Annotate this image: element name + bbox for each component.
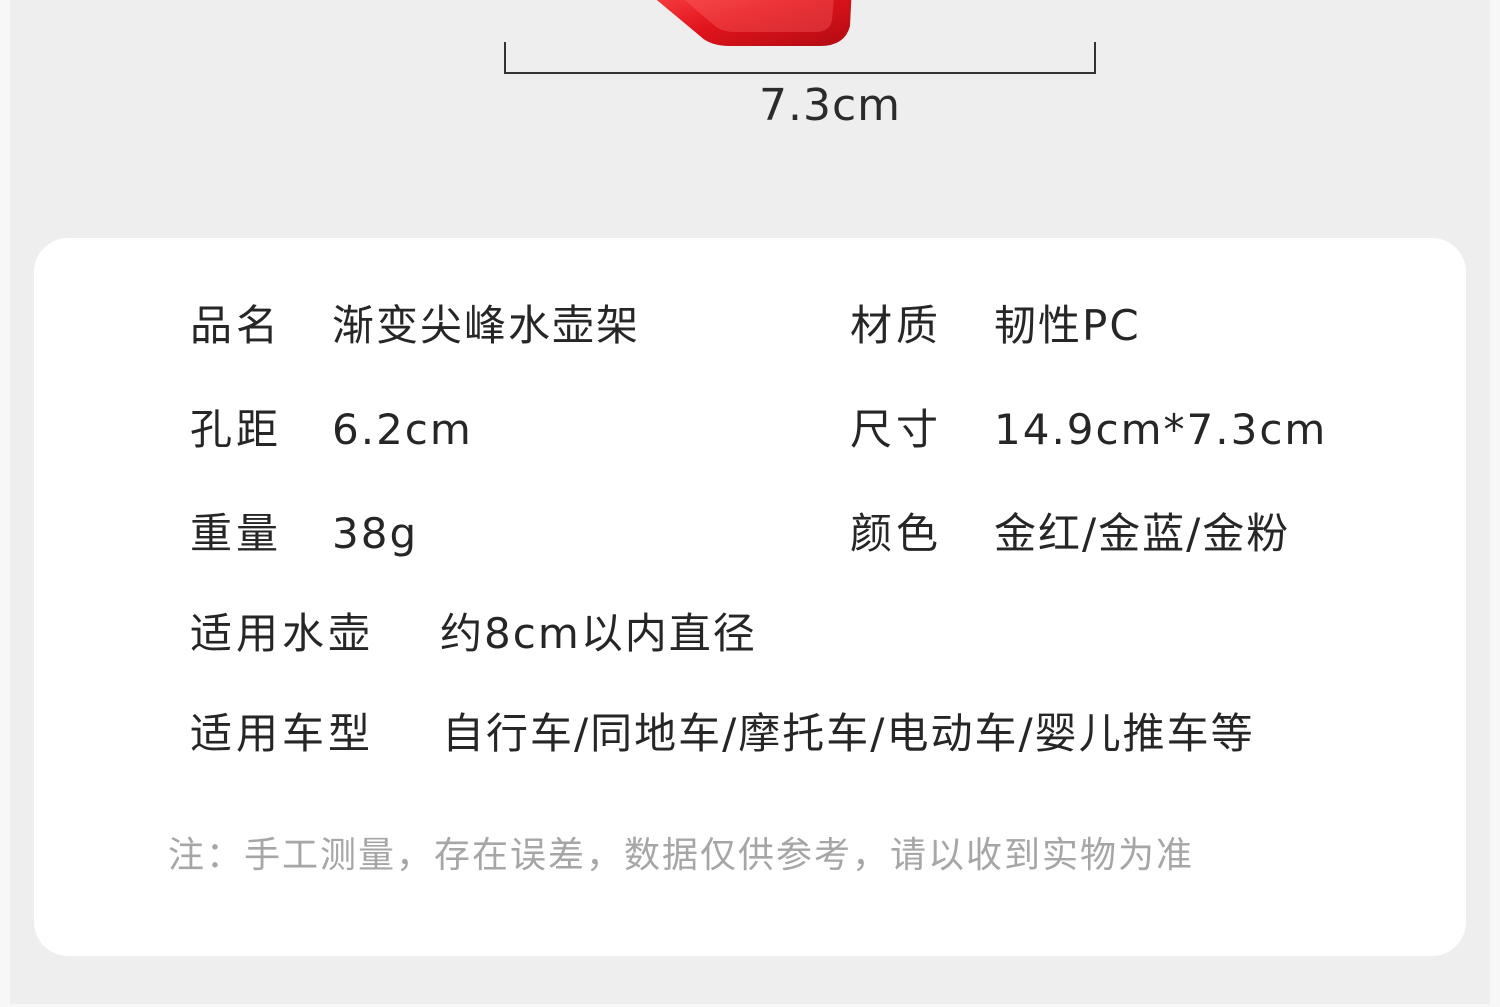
- page-edge-right: [1490, 0, 1500, 1007]
- spec-label: 尺寸: [850, 405, 943, 454]
- spec-label: 孔距: [190, 405, 283, 454]
- spec-label: 品名: [190, 301, 283, 350]
- spec-value: 14.9cm*7.3cm: [994, 405, 1328, 454]
- spec-label: 适用车型: [190, 709, 375, 758]
- spec-label: 材质: [850, 301, 943, 350]
- spec-label: 适用水壶: [190, 609, 375, 658]
- spec-value: 38g: [332, 509, 419, 558]
- product-image-fragment: [656, 0, 852, 46]
- dimension-width-label: 7.3cm: [758, 80, 902, 131]
- spec-value: 金红/金蓝/金粉: [994, 509, 1291, 558]
- spec-label: 颜色: [850, 509, 943, 558]
- measurement-note: 注：手工测量，存在误差，数据仅供参考，请以收到实物为准: [168, 835, 1195, 876]
- spec-value: 韧性PC: [994, 301, 1141, 350]
- spec-label: 重量: [190, 509, 283, 558]
- spec-value: 6.2cm: [332, 405, 473, 454]
- dimension-line: [504, 42, 1096, 74]
- page-edge-left: [0, 0, 10, 1007]
- spec-value: 约8cm以内直径: [440, 609, 757, 658]
- spec-card: 品名 渐变尖峰水壶架 材质 韧性PC 孔距 6.2cm 尺寸 14.9cm*7.…: [34, 238, 1466, 956]
- spec-value: 自行车/同地车/摩托车/电动车/婴儿推车等: [442, 709, 1255, 758]
- spec-value: 渐变尖峰水壶架: [332, 301, 641, 350]
